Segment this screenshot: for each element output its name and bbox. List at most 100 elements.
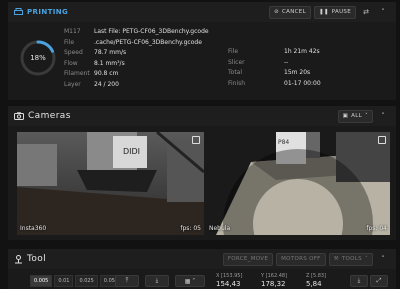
move-up-button[interactable]: ⤒ (115, 275, 139, 287)
motors-off-label: MOTORS OFF (281, 256, 321, 262)
stat-value: 90.8 cm (94, 70, 119, 77)
stat-value: 01-17 00:00 (284, 79, 321, 87)
coord-input[interactable]: 178,32 (261, 280, 299, 289)
camera-image: DIDI (17, 132, 204, 235)
cancel-button[interactable]: ⊘ CANCEL (269, 5, 311, 19)
chevron-up-icon[interactable]: ˄ (376, 6, 390, 19)
stat-key: Layer (64, 80, 81, 88)
coord-z: Z [5.83] 5,84 (306, 272, 344, 289)
cancel-icon: ⊘ (274, 9, 280, 15)
fullscreen-icon[interactable] (378, 136, 386, 144)
pause-label: PAUSE (331, 9, 351, 15)
step-option[interactable]: 0.025 (75, 275, 98, 287)
chevron-down-icon: ˅ (364, 113, 368, 119)
coord-label: X [153.95] (216, 273, 243, 279)
joystick-icon (15, 254, 22, 263)
stat-key: File (228, 48, 239, 55)
stat-key: File (64, 38, 75, 46)
stat-row: Finish 01-17 00:00 (228, 79, 321, 90)
arrow-up-icon: ⤒ (125, 277, 129, 284)
chevron-down-icon: ˅ (364, 256, 368, 262)
grid-icon: ▦ ˅ (184, 277, 196, 285)
camera-filter-label: ALL (351, 113, 362, 119)
camera-fps: fps: 05 (180, 225, 201, 232)
stat-row: File .cache/PETG-CF06_3DBenchy.gcode (64, 38, 209, 49)
cameras-body: DIDI Insta360 fps: 05 P84 Nebula fps: 04 (8, 126, 396, 240)
stat-row: File 1h 21m 42s (228, 47, 321, 58)
stat-row: Total 15m 20s (228, 68, 321, 79)
force-move-button[interactable]: FORCE_MOVE (222, 252, 274, 266)
step-option[interactable]: 0.005 (30, 275, 53, 287)
camera-filter-dropdown[interactable]: ▣ ALL ˅ (337, 109, 373, 123)
cameras-title: Cameras (28, 111, 71, 121)
cameras-title-wrap: Cameras (14, 111, 71, 121)
stat-row: Speed 78.7 mm/s (64, 48, 209, 59)
cancel-label: CANCEL (282, 9, 306, 15)
fullscreen-icon[interactable] (192, 136, 200, 144)
arrow-down-icon: ⤓ (155, 277, 159, 284)
coord-input[interactable]: 154,43 (216, 280, 254, 289)
tool-title-wrap: Tool (14, 254, 46, 264)
expand-button[interactable]: ⤢ (370, 275, 388, 287)
camera-name: Nebula (209, 225, 231, 232)
svg-text:DIDI: DIDI (123, 147, 140, 156)
stat-value: 24 / 200 (94, 80, 119, 88)
move-buttons: ⤒ ⤓ ▦ ˅ (115, 275, 205, 287)
tools-label: TOOLS (341, 256, 362, 262)
last-file-label: Last File: PETG-CF06_3DBenchy.gcode (94, 28, 209, 35)
tools-dropdown[interactable]: ⚒ TOOLS ˅ (328, 252, 373, 266)
move-options-button[interactable]: ▦ ˅ (175, 275, 205, 287)
stat-row: Slicer -- (228, 58, 321, 69)
coord-input[interactable]: 5,84 (306, 280, 344, 289)
printing-body: 18% M117 Last File: PETG-CF06_3DBenchy.g… (8, 22, 396, 100)
download-icon: ⤓ (357, 277, 361, 284)
stat-key: Filament (64, 70, 90, 77)
move-down-button[interactable]: ⤓ (145, 275, 169, 287)
camera-feed-insta360[interactable]: DIDI Insta360 fps: 05 (17, 132, 204, 235)
printing-title: PRINTING (27, 8, 69, 16)
stat-key: Total (228, 69, 243, 76)
motors-off-button[interactable]: MOTORS OFF (276, 252, 326, 266)
pause-icon: ❚❚ (318, 9, 329, 15)
coord-label: Z [5.83] (306, 273, 327, 279)
expand-icon: ⤢ (376, 277, 382, 284)
tool-header: Tool FORCE_MOVE MOTORS OFF ⚒ TOOLS ˅ ˄ (8, 249, 396, 269)
camera-name: Insta360 (20, 225, 47, 232)
stat-row: Filament 90.8 cm (64, 69, 209, 80)
force-move-label: FORCE_MOVE (227, 256, 269, 262)
coord-x: X [153.95] 154,43 (216, 272, 254, 289)
stat-value: -- (284, 58, 289, 66)
chevron-up-icon[interactable]: ˄ (376, 253, 390, 266)
shuffle-icon[interactable]: ⇄ (359, 6, 373, 19)
stats-right: File 1h 21m 42s Slicer -- Total 15m 20s Fin… (228, 47, 321, 89)
progress-percent: 18% (30, 54, 46, 62)
status-row: M117 Last File: PETG-CF06_3DBenchy.gcode (64, 27, 209, 38)
stat-value: 15m 20s (284, 69, 311, 76)
stat-value: 1h 21m 42s (284, 48, 320, 55)
camera-fps: fps: 04 (366, 225, 387, 232)
printing-header: PRINTING ⊘ CANCEL ❚❚ PAUSE ⇄ ˄ (8, 2, 396, 22)
printer-icon (14, 8, 23, 15)
step-selector: 0.005 0.01 0.025 0.05 (30, 275, 119, 287)
wrench-icon: ⚒ (333, 256, 339, 262)
pause-button[interactable]: ❚❚ PAUSE (313, 5, 356, 19)
stat-row: Flow 8.1 mm³/s (64, 59, 209, 70)
chevron-up-icon[interactable]: ˄ (376, 110, 390, 123)
camera-small-icon: ▣ (342, 113, 349, 119)
stat-value: .cache/PETG-CF06_3DBenchy.gcode (94, 38, 202, 46)
cameras-header: Cameras ▣ ALL ˅ ˄ (8, 106, 396, 126)
stat-key: Finish (228, 79, 246, 87)
coord-label: Y [162.48] (261, 273, 288, 279)
tool-title: Tool (27, 254, 47, 264)
camera-feed-nebula[interactable]: P84 Nebula fps: 04 (206, 132, 390, 235)
camera-image: P84 (206, 132, 390, 235)
printing-title-wrap: PRINTING (14, 8, 68, 16)
home-z-button[interactable]: ⤓ (350, 275, 368, 287)
step-option[interactable]: 0.01 (54, 275, 74, 287)
coord-y: Y [162.48] 178,32 (261, 272, 299, 289)
stat-key: Slicer (228, 58, 245, 66)
svg-text:P84: P84 (278, 139, 289, 146)
stat-key: Flow (64, 59, 78, 67)
stats-left: M117 Last File: PETG-CF06_3DBenchy.gcode… (64, 27, 209, 90)
stat-row: Layer 24 / 200 (64, 80, 209, 91)
